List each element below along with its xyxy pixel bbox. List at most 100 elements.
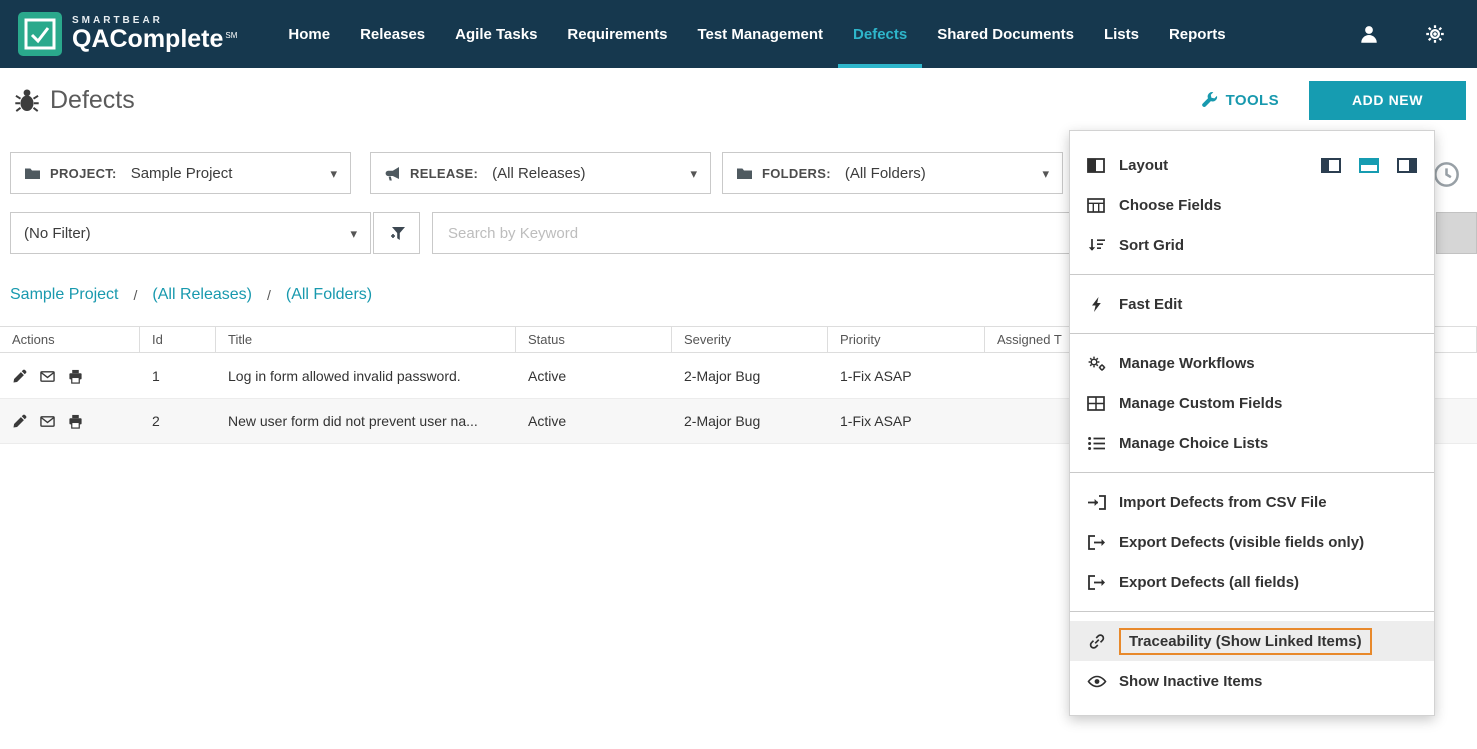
menu-item-export-defects-all[interactable]: Export Defects (all fields): [1070, 562, 1434, 602]
menu-item-label: Choose Fields: [1119, 197, 1222, 214]
tools-button-label: TOOLS: [1226, 92, 1279, 109]
search-button-partial[interactable]: [1436, 212, 1477, 254]
navbar-right-icons: [1359, 0, 1459, 68]
add-new-button[interactable]: ADD NEW: [1309, 81, 1466, 120]
project-dropdown[interactable]: PROJECT: Sample Project ▾: [10, 152, 351, 194]
layout-right-icon[interactable]: [1397, 158, 1417, 173]
cell-title[interactable]: New user form did not prevent user na...: [216, 413, 516, 429]
layout-left-icon[interactable]: [1321, 158, 1341, 173]
chevron-down-icon: ▾: [350, 227, 357, 240]
menu-item-label: Import Defects from CSV File: [1119, 494, 1327, 511]
cell-title[interactable]: Log in form allowed invalid password.: [216, 368, 516, 384]
add-filter-button[interactable]: [373, 212, 420, 254]
cell-severity: 2-Major Bug: [672, 413, 828, 429]
gear-icon[interactable]: [1425, 24, 1445, 44]
menu-item-label: Sort Grid: [1119, 237, 1184, 254]
breadcrumb-separator: /: [134, 287, 138, 303]
column-header-priority[interactable]: Priority: [828, 327, 985, 352]
nav-item-reports[interactable]: Reports: [1154, 0, 1241, 68]
show-inactive-eye-icon: [1087, 673, 1107, 690]
menu-item-sort-grid[interactable]: Sort Grid: [1070, 225, 1434, 265]
menu-item-fast-edit[interactable]: Fast Edit: [1070, 284, 1434, 324]
menu-item-import-defects-csv[interactable]: Import Defects from CSV File: [1070, 482, 1434, 522]
layout-top-icon[interactable]: [1359, 158, 1379, 173]
email-icon[interactable]: [40, 369, 55, 384]
nav-item-lists[interactable]: Lists: [1089, 0, 1154, 68]
menu-item-label: Export Defects (visible fields only): [1119, 534, 1364, 551]
brand-product: QACompleteSM: [72, 26, 237, 52]
header-actions: TOOLS ADD NEW: [1201, 81, 1466, 120]
menu-item-label: Fast Edit: [1119, 296, 1182, 313]
page-title-text: Defects: [50, 86, 135, 115]
nav-item-defects[interactable]: Defects: [838, 0, 922, 68]
print-icon[interactable]: [68, 369, 83, 384]
release-value: (All Releases): [492, 165, 585, 182]
tools-button[interactable]: TOOLS: [1201, 92, 1279, 109]
breadcrumb-release-link[interactable]: (All Releases): [152, 286, 252, 304]
release-dropdown[interactable]: RELEASE: (All Releases) ▾: [370, 152, 711, 194]
folder-icon: [736, 166, 753, 181]
user-icon[interactable]: [1359, 24, 1379, 44]
nav-item-shared-documents[interactable]: Shared Documents: [922, 0, 1089, 68]
edit-icon[interactable]: [12, 369, 27, 384]
nav-item-test-management[interactable]: Test Management: [682, 0, 838, 68]
cell-status: Active: [516, 368, 672, 384]
menu-divider: [1070, 274, 1434, 275]
choose-fields-icon: [1087, 197, 1107, 214]
column-header-actions[interactable]: Actions: [0, 327, 140, 352]
menu-item-manage-choice-lists[interactable]: Manage Choice Lists: [1070, 423, 1434, 463]
nav-item-requirements[interactable]: Requirements: [552, 0, 682, 68]
manage-choice-lists-icon: [1087, 435, 1107, 452]
top-navbar: SMARTBEAR QACompleteSM Home Releases Agi…: [0, 0, 1477, 68]
breadcrumb-project-link[interactable]: Sample Project: [10, 286, 119, 304]
folders-value: (All Folders): [845, 165, 926, 182]
email-icon[interactable]: [40, 414, 55, 429]
wrench-icon: [1201, 92, 1218, 109]
breadcrumb-folders-link[interactable]: (All Folders): [286, 286, 372, 304]
row-actions: [0, 369, 140, 384]
menu-item-label: Show Inactive Items: [1119, 673, 1262, 690]
menu-item-layout[interactable]: Layout: [1070, 145, 1434, 185]
breadcrumb: Sample Project / (All Releases) / (All F…: [10, 286, 372, 304]
menu-item-label: Manage Workflows: [1119, 355, 1255, 372]
cell-status: Active: [516, 413, 672, 429]
edit-icon[interactable]: [12, 414, 27, 429]
menu-item-label: Traceability (Show Linked Items): [1119, 628, 1372, 655]
export-all-icon: [1087, 574, 1107, 591]
menu-item-export-defects-visible[interactable]: Export Defects (visible fields only): [1070, 522, 1434, 562]
menu-item-traceability[interactable]: Traceability (Show Linked Items): [1070, 621, 1434, 661]
print-icon[interactable]: [68, 414, 83, 429]
saved-filter-dropdown[interactable]: (No Filter) ▾: [10, 212, 371, 254]
menu-item-manage-workflows[interactable]: Manage Workflows: [1070, 343, 1434, 383]
manage-custom-fields-table-icon: [1087, 395, 1107, 412]
search-input[interactable]: [432, 212, 1077, 254]
menu-item-show-inactive[interactable]: Show Inactive Items: [1070, 661, 1434, 701]
folders-dropdown[interactable]: FOLDERS: (All Folders) ▾: [722, 152, 1063, 194]
menu-item-manage-custom-fields[interactable]: Manage Custom Fields: [1070, 383, 1434, 423]
column-header-severity[interactable]: Severity: [672, 327, 828, 352]
nav-item-home[interactable]: Home: [273, 0, 345, 68]
history-clock-icon[interactable]: [1433, 161, 1460, 188]
nav-item-agile-tasks[interactable]: Agile Tasks: [440, 0, 552, 68]
bug-icon: [14, 87, 40, 113]
layout-columns-icon: [1087, 157, 1107, 174]
column-header-title[interactable]: Title: [216, 327, 516, 352]
column-header-id[interactable]: Id: [140, 327, 216, 352]
menu-item-label: Manage Choice Lists: [1119, 435, 1268, 452]
manage-workflows-cogs-icon: [1087, 355, 1107, 372]
menu-item-choose-fields[interactable]: Choose Fields: [1070, 185, 1434, 225]
nav-item-releases[interactable]: Releases: [345, 0, 440, 68]
fast-edit-bolt-icon: [1087, 296, 1107, 313]
menu-item-label: Export Defects (all fields): [1119, 574, 1299, 591]
row-actions: [0, 414, 140, 429]
column-header-status[interactable]: Status: [516, 327, 672, 352]
brand[interactable]: SMARTBEAR QACompleteSM: [18, 0, 237, 68]
folder-icon: [24, 166, 41, 181]
page-title: Defects: [14, 86, 135, 115]
brand-text: SMARTBEAR QACompleteSM: [72, 15, 237, 52]
breadcrumb-separator: /: [267, 287, 271, 303]
primary-nav: Home Releases Agile Tasks Requirements T…: [273, 0, 1240, 68]
menu-item-label: Manage Custom Fields: [1119, 395, 1282, 412]
chevron-down-icon: ▾: [330, 167, 337, 180]
cell-id: 2: [140, 413, 216, 429]
